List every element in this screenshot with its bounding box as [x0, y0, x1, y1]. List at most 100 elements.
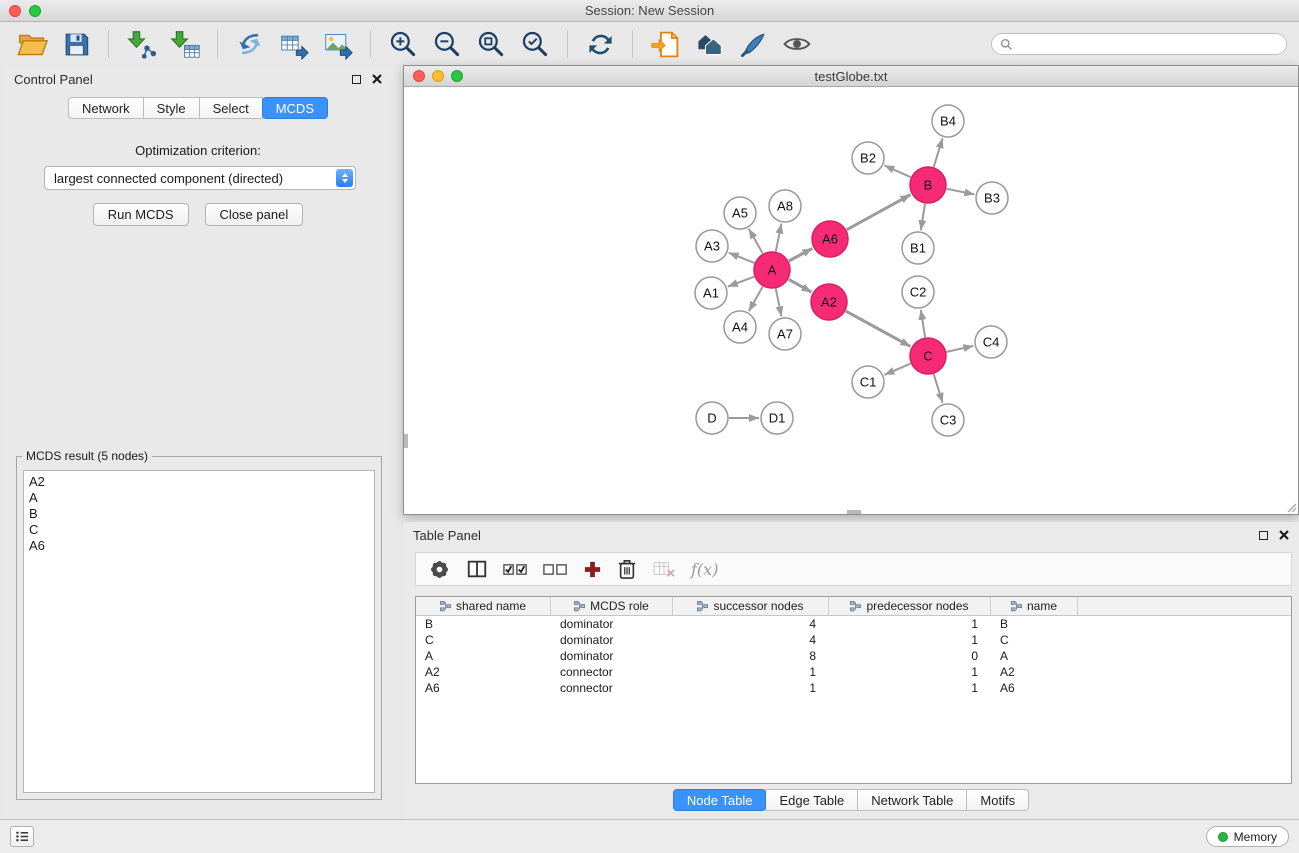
graph-edge-A-A1[interactable] [728, 277, 754, 287]
tab-mcds[interactable]: MCDS [262, 97, 328, 119]
show-columns-button[interactable] [466, 558, 488, 580]
save-session-button[interactable] [56, 26, 96, 62]
graph-node-A5[interactable]: A5 [724, 197, 756, 229]
graph-edge-C-C2[interactable] [921, 310, 925, 337]
style-brush-button[interactable] [733, 26, 773, 62]
close-window-button[interactable] [9, 5, 21, 17]
zoom-fit-button[interactable] [471, 26, 511, 62]
list-item[interactable]: A6 [29, 538, 369, 554]
graph-node-C[interactable]: C [910, 338, 946, 374]
column-header[interactable]: shared name [416, 597, 551, 615]
resize-grip[interactable] [1285, 501, 1297, 513]
graph-node-B[interactable]: B [910, 167, 946, 203]
graph-edge-A-A8[interactable] [776, 224, 782, 252]
network-from-table-button[interactable] [274, 26, 314, 62]
graph-edge-A-A4[interactable] [749, 287, 763, 312]
graph-edge-C-C3[interactable] [934, 374, 943, 403]
delete-table-button[interactable] [652, 560, 676, 578]
table-row[interactable]: A2connector11A2 [416, 664, 1291, 680]
list-item[interactable]: B [29, 506, 369, 522]
apply-layout-button[interactable] [580, 26, 620, 62]
graph-node-A6[interactable]: A6 [812, 221, 848, 257]
graph-edge-A2-C[interactable] [846, 311, 911, 346]
graph-edge-B-B2[interactable] [884, 165, 910, 177]
criterion-dropdown[interactable]: largest connected component (directed) [44, 166, 356, 190]
run-mcds-button[interactable]: Run MCDS [93, 203, 189, 226]
export-document-button[interactable] [645, 26, 685, 62]
tab-motifs[interactable]: Motifs [966, 789, 1029, 811]
graph-node-A3[interactable]: A3 [696, 230, 728, 262]
deselect-all-button[interactable] [543, 562, 568, 577]
graph-node-A2[interactable]: A2 [811, 284, 847, 320]
task-history-button[interactable] [10, 826, 34, 847]
function-builder-button[interactable]: f(x) [691, 560, 718, 579]
graph-node-A8[interactable]: A8 [769, 190, 801, 222]
graph-edge-B-B4[interactable] [934, 138, 943, 167]
graph-edge-A-A3[interactable] [729, 253, 755, 263]
column-header[interactable]: successor nodes [673, 597, 829, 615]
graph-node-C2[interactable]: C2 [902, 276, 934, 308]
tab-network[interactable]: Network [68, 97, 144, 119]
graph-edge-A-A5[interactable] [749, 229, 763, 254]
graph-edge-A-A2[interactable] [789, 279, 812, 292]
mcds-result-list[interactable]: A2ABCA6 [23, 470, 375, 793]
graph-node-B4[interactable]: B4 [932, 105, 964, 137]
graph-edge-C-C4[interactable] [947, 346, 974, 352]
table-row[interactable]: Cdominator41C [416, 632, 1291, 648]
export-image-button[interactable] [318, 26, 358, 62]
graph-node-B1[interactable]: B1 [902, 232, 934, 264]
network-close-button[interactable] [413, 70, 425, 82]
graph-node-A1[interactable]: A1 [695, 277, 727, 309]
search-input[interactable] [1018, 37, 1278, 51]
graph-edge-A-A6[interactable] [789, 248, 813, 261]
float-panel-icon[interactable] [1259, 531, 1268, 540]
import-network-button[interactable] [121, 26, 161, 62]
zoom-in-button[interactable] [383, 26, 423, 62]
graph-edge-B-B1[interactable] [921, 204, 925, 230]
network-overview-button[interactable] [689, 26, 729, 62]
select-all-button[interactable] [503, 562, 528, 577]
graph-node-C1[interactable]: C1 [852, 366, 884, 398]
tab-edge-table[interactable]: Edge Table [765, 789, 858, 811]
zoom-window-button[interactable] [29, 5, 41, 17]
add-column-button[interactable] [583, 560, 602, 579]
graph-node-A7[interactable]: A7 [769, 318, 801, 350]
zoom-out-button[interactable] [427, 26, 467, 62]
show-hide-button[interactable] [777, 26, 817, 62]
import-table-button[interactable] [165, 26, 205, 62]
graph-edge-A-A7[interactable] [776, 289, 782, 317]
table-row[interactable]: Adominator80A [416, 648, 1291, 664]
memory-button[interactable]: Memory [1206, 826, 1289, 847]
graph-node-D1[interactable]: D1 [761, 402, 793, 434]
network-canvas[interactable]: B4 B2 B B3 A8 A5 A6 A3 B1 A C2 A1 A2 A4 A7 C4 C C1 C3 D D1 [404, 88, 1298, 514]
list-item[interactable]: C [29, 522, 369, 538]
graph-edge-C-C1[interactable] [885, 364, 911, 375]
table-row[interactable]: Bdominator41B [416, 616, 1291, 632]
tab-style[interactable]: Style [143, 97, 200, 119]
close-panel-icon[interactable] [372, 74, 382, 84]
graph-edge-B-B3[interactable] [947, 189, 975, 195]
graph-node-B2[interactable]: B2 [852, 142, 884, 174]
column-header[interactable]: name [991, 597, 1078, 615]
network-window-titlebar[interactable]: testGlobe.txt [404, 66, 1298, 87]
tab-select[interactable]: Select [199, 97, 263, 119]
first-neighbors-button[interactable] [230, 26, 270, 62]
graph-node-C4[interactable]: C4 [975, 326, 1007, 358]
column-header[interactable]: predecessor nodes [829, 597, 991, 615]
tab-network-table[interactable]: Network Table [857, 789, 967, 811]
graph-node-A[interactable]: A [754, 252, 790, 288]
graph-node-D[interactable]: D [696, 402, 728, 434]
app-titlebar[interactable]: Session: New Session [0, 0, 1299, 22]
graph-node-B3[interactable]: B3 [976, 182, 1008, 214]
list-item[interactable]: A [29, 490, 369, 506]
close-panel-icon[interactable] [1279, 530, 1289, 540]
graph-node-A4[interactable]: A4 [724, 311, 756, 343]
zoom-selected-button[interactable] [515, 26, 555, 62]
network-minimize-button[interactable] [432, 70, 444, 82]
network-zoom-button[interactable] [451, 70, 463, 82]
list-item[interactable]: A2 [29, 474, 369, 490]
float-panel-icon[interactable] [352, 75, 361, 84]
graph-node-C3[interactable]: C3 [932, 404, 964, 436]
graph-edge-A6-B[interactable] [847, 195, 911, 230]
tab-node-table[interactable]: Node Table [673, 789, 767, 811]
